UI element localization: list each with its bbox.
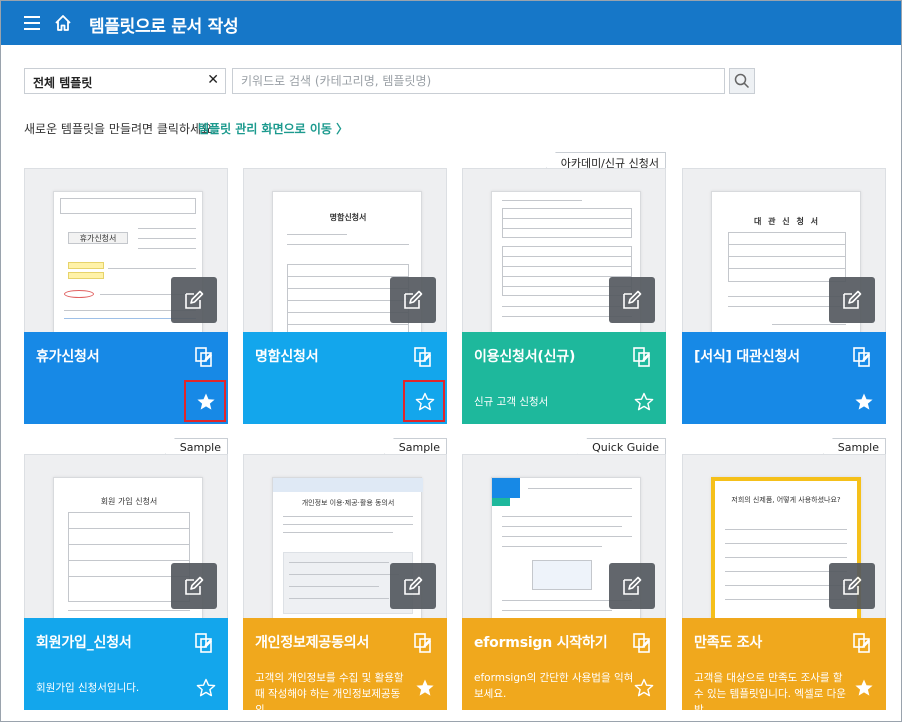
category-select-value: 전체 템플릿 bbox=[33, 76, 93, 90]
create-template-hint: 새로운 템플릿을 만들려면 클릭하세요. bbox=[24, 122, 216, 136]
copy-icon[interactable] bbox=[194, 346, 214, 368]
card-description: 신규 고객 신청서 bbox=[474, 396, 549, 408]
page-title: 템플릿으로 문서 작성 bbox=[89, 17, 239, 37]
edit-icon bbox=[185, 290, 204, 309]
card-info[interactable]: 명함신청서 bbox=[243, 332, 447, 424]
star-filled-icon[interactable] bbox=[854, 678, 874, 698]
card-preview[interactable]: 명함신청서 bbox=[243, 168, 447, 332]
card-preview[interactable]: 회원 가입 신청서 bbox=[24, 454, 228, 618]
edit-template-button[interactable] bbox=[829, 563, 875, 609]
card-title: eformsign 시작하기 bbox=[474, 635, 608, 651]
edit-template-button[interactable] bbox=[390, 277, 436, 323]
template-management-link[interactable]: 템플릿 관리 화면으로 이동 〉 bbox=[198, 120, 348, 137]
card-info[interactable]: 만족도 조사 고객을 대상으로 만족도 조사를 할 수 있는 템플릿입니다. 엑… bbox=[682, 618, 886, 716]
card-title: 만족도 조사 bbox=[694, 635, 763, 651]
edit-icon bbox=[404, 290, 423, 309]
category-tag: 아카데미/신규 신청서 bbox=[545, 152, 666, 169]
card-info[interactable]: 회원가입_신청서 회원가입 신청서입니다. bbox=[24, 618, 228, 710]
edit-template-button[interactable] bbox=[390, 563, 436, 609]
top-bar: 템플릿으로 문서 작성 bbox=[1, 1, 901, 45]
card-info[interactable]: eformsign 시작하기 eformsign의 간단한 사용법을 익혀 보세… bbox=[462, 618, 666, 710]
clear-icon[interactable]: ✕ bbox=[207, 72, 219, 88]
search-icon bbox=[734, 73, 750, 89]
star-outline-icon[interactable] bbox=[634, 392, 654, 412]
card-description: eformsign의 간단한 사용법을 익혀 보세요. bbox=[474, 672, 634, 700]
category-tag: Sample bbox=[822, 438, 886, 455]
category-tag: Sample bbox=[383, 438, 447, 455]
edit-template-button[interactable] bbox=[609, 277, 655, 323]
edit-icon bbox=[185, 576, 204, 595]
edit-template-button[interactable] bbox=[829, 277, 875, 323]
template-card-satisfaction-survey[interactable]: Sample 저희의 신제품, 어떻게 사용하셨나요? 만족도 조사 고객을 대… bbox=[682, 438, 886, 716]
template-card-vacation[interactable]: 휴가신청서 휴가신청서 bbox=[24, 168, 228, 424]
edit-icon bbox=[843, 290, 862, 309]
card-title: 회원가입_신청서 bbox=[36, 635, 132, 651]
edit-template-button[interactable] bbox=[171, 277, 217, 323]
search-button[interactable] bbox=[729, 68, 755, 94]
hamburger-menu-icon[interactable] bbox=[24, 16, 40, 30]
card-info[interactable]: [서식] 대관신청서 bbox=[682, 332, 886, 424]
template-card-usage-application[interactable]: 아카데미/신규 신청서 이용신청서(신규) 신규 고객 신청서 bbox=[462, 152, 666, 424]
card-info[interactable]: 휴가신청서 bbox=[24, 332, 228, 424]
template-card-businesscard[interactable]: 명함신청서 명함신청서 bbox=[243, 168, 447, 424]
edit-icon bbox=[404, 576, 423, 595]
card-preview[interactable] bbox=[462, 168, 666, 332]
card-description: 고객의 개인정보를 수집 및 활용할 때 작성해야 하는 개인정보제공동의… bbox=[255, 672, 404, 716]
edit-icon bbox=[623, 290, 642, 309]
card-preview[interactable]: 휴가신청서 bbox=[24, 168, 228, 332]
template-card-privacy-consent[interactable]: Sample 개인정보 이용·제공·활용 동의서 개인정보제공동의서 고객의 개… bbox=[243, 438, 447, 716]
star-outline-icon[interactable] bbox=[415, 392, 435, 412]
category-select[interactable]: 전체 템플릿 ✕ bbox=[24, 68, 226, 94]
card-info[interactable]: 개인정보제공동의서 고객의 개인정보를 수집 및 활용할 때 작성해야 하는 개… bbox=[243, 618, 447, 716]
edit-template-button[interactable] bbox=[171, 563, 217, 609]
card-preview[interactable] bbox=[462, 454, 666, 618]
copy-icon[interactable] bbox=[632, 346, 652, 368]
star-outline-icon[interactable] bbox=[196, 678, 216, 698]
copy-icon[interactable] bbox=[632, 632, 652, 654]
card-title: 명함신청서 bbox=[255, 349, 319, 365]
search-input[interactable] bbox=[232, 68, 725, 94]
card-title: [서식] 대관신청서 bbox=[694, 349, 800, 365]
card-preview[interactable]: 저희의 신제품, 어떻게 사용하셨나요? bbox=[682, 454, 886, 618]
edit-template-button[interactable] bbox=[609, 563, 655, 609]
star-filled-icon[interactable] bbox=[854, 392, 874, 412]
card-preview[interactable]: 대 관 신 청 서 bbox=[682, 168, 886, 332]
card-title: 개인정보제공동의서 bbox=[255, 635, 370, 651]
copy-icon[interactable] bbox=[852, 632, 872, 654]
card-preview[interactable]: 개인정보 이용·제공·활용 동의서 bbox=[243, 454, 447, 618]
copy-icon[interactable] bbox=[194, 632, 214, 654]
category-tag: Quick Guide bbox=[577, 438, 666, 455]
template-card-membership[interactable]: Sample 회원 가입 신청서 회원가입_신청서 회원가입 신청서입니다. bbox=[24, 438, 228, 710]
copy-icon[interactable] bbox=[413, 632, 433, 654]
category-tag: Sample bbox=[164, 438, 228, 455]
edit-icon bbox=[623, 576, 642, 595]
card-description: 회원가입 신청서입니다. bbox=[36, 682, 140, 694]
card-title: 휴가신청서 bbox=[36, 349, 100, 365]
card-info[interactable]: 이용신청서(신규) 신규 고객 신청서 bbox=[462, 332, 666, 424]
copy-icon[interactable] bbox=[852, 346, 872, 368]
card-description: 고객을 대상으로 만족도 조사를 할 수 있는 템플릿입니다. 엑셀로 다운받… bbox=[694, 672, 846, 716]
edit-icon bbox=[843, 576, 862, 595]
star-outline-icon[interactable] bbox=[634, 678, 654, 698]
template-card-rental-application[interactable]: 대 관 신 청 서 [서식] 대관신청서 bbox=[682, 168, 886, 424]
template-card-getting-started[interactable]: Quick Guide eformsign 시작하기 eformsign의 간단… bbox=[462, 438, 666, 710]
home-icon[interactable] bbox=[53, 13, 73, 33]
star-filled-icon[interactable] bbox=[415, 678, 435, 698]
star-filled-icon[interactable] bbox=[196, 392, 216, 412]
copy-icon[interactable] bbox=[413, 346, 433, 368]
card-title: 이용신청서(신규) bbox=[474, 349, 576, 365]
